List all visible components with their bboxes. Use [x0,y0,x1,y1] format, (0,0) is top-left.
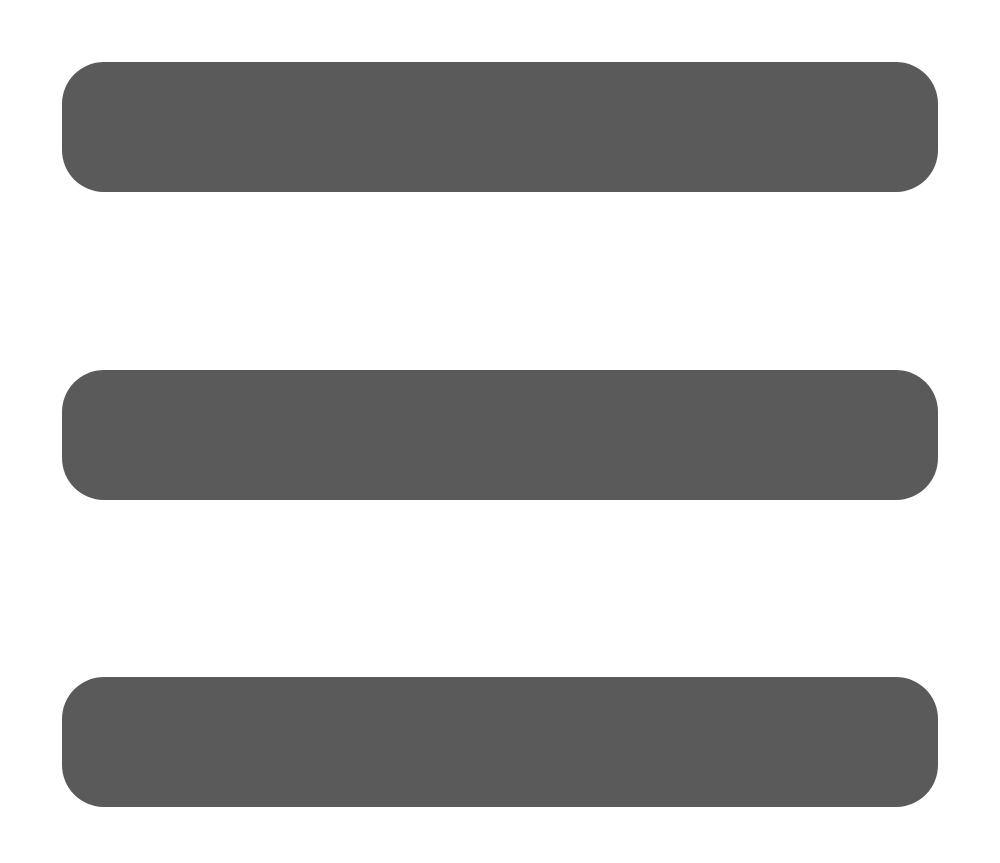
menu-icon-bar-middle [62,370,938,500]
menu-icon-bar-top [62,62,938,192]
hamburger-menu-button[interactable] [0,0,1000,863]
menu-icon-bar-bottom [62,677,938,807]
